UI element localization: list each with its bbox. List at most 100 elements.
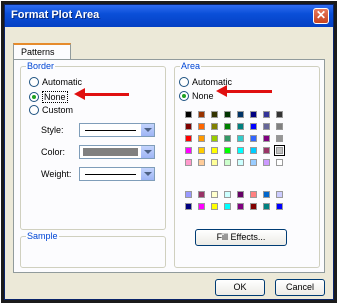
sample-group: Sample [20,231,166,268]
color-swatch[interactable] [263,203,270,210]
color-swatch[interactable] [224,203,231,210]
color-swatch[interactable] [237,123,244,130]
color-swatch[interactable] [224,191,231,198]
color-swatch[interactable] [198,147,205,154]
color-swatch[interactable] [211,111,218,118]
color-swatch[interactable] [198,191,205,198]
color-swatch[interactable] [237,111,244,118]
border-none-radio[interactable]: None [29,91,68,103]
color-swatch[interactable] [185,147,192,154]
format-plot-area-dialog: Format Plot Area ✕ Patterns Border Autom… [4,4,334,300]
color-swatch[interactable] [185,123,192,130]
area-group-label: Area [180,61,202,71]
color-swatch[interactable] [263,135,270,142]
color-swatch[interactable] [276,203,283,210]
area-group: Area Automatic None Fill Effects... [174,61,320,268]
radio-dot [179,91,189,101]
color-swatch[interactable] [250,191,257,198]
color-swatch[interactable] [224,147,231,154]
tab-patterns[interactable]: Patterns [13,43,71,60]
color-swatch[interactable] [263,123,270,130]
radio-label: Automatic [42,77,83,87]
color-swatch[interactable] [276,135,283,142]
color-swatch[interactable] [250,159,257,166]
color-swatch[interactable] [250,147,257,154]
dialog-title: Format Plot Area [11,9,100,21]
close-button[interactable]: ✕ [313,8,329,24]
color-swatch[interactable] [198,135,205,142]
color-swatch[interactable] [237,147,244,154]
radio-dot [29,92,39,102]
color-swatch[interactable] [237,203,244,210]
area-none-radio[interactable]: None [179,91,214,101]
color-swatch[interactable] [276,123,283,130]
border-group-label: Border [26,61,56,71]
fill-effects-button[interactable]: Fill Effects... [195,229,287,246]
color-swatch[interactable] [250,203,257,210]
color-swatch[interactable] [263,191,270,198]
weight-preview [85,174,136,175]
radio-label: Custom [42,105,74,115]
color-swatch[interactable] [237,159,244,166]
color-label: Color: [41,147,66,157]
color-swatch[interactable] [185,159,192,166]
color-swatch[interactable] [211,203,218,210]
color-swatch[interactable] [185,135,192,142]
annotation-arrow-area-none [216,85,272,97]
close-icon: ✕ [315,8,327,22]
color-swatch[interactable] [198,159,205,166]
weight-dropdown[interactable] [79,167,155,181]
color-swatch[interactable] [250,123,257,130]
cancel-label: Cancel [285,282,314,292]
radio-dot [29,105,39,115]
color-swatch[interactable] [185,203,192,210]
color-swatch[interactable] [224,135,231,142]
color-dropdown[interactable] [79,145,155,159]
radio-label: None [192,91,214,101]
chevron-down-icon[interactable] [140,146,154,158]
color-swatch[interactable] [185,191,192,198]
annotation-arrow-border-none [74,88,129,100]
radio-label: None [42,91,68,103]
title-bar[interactable]: Format Plot Area ✕ [5,5,333,27]
color-swatch[interactable] [224,159,231,166]
color-swatch[interactable] [263,159,270,166]
color-swatch[interactable] [211,123,218,130]
color-swatch[interactable] [211,191,218,198]
color-swatch[interactable] [224,111,231,118]
color-swatch[interactable] [198,123,205,130]
color-swatch[interactable] [237,191,244,198]
cancel-button[interactable]: Cancel [275,279,325,296]
style-label: Style: [41,125,64,135]
patterns-panel: Border Automatic None Custom Style: Colo… [13,59,325,273]
color-swatch[interactable] [211,147,218,154]
fill-effects-label: Fill Effects... [216,232,266,242]
color-swatch[interactable] [198,111,205,118]
color-swatch[interactable] [185,111,192,118]
radio-dot [179,77,189,87]
color-swatch[interactable] [276,111,283,118]
color-swatch[interactable] [276,191,283,198]
border-automatic-radio[interactable]: Automatic [29,77,82,87]
color-swatch[interactable] [211,159,218,166]
color-swatch[interactable] [250,111,257,118]
style-preview [85,130,136,131]
color-swatch[interactable] [250,135,257,142]
color-swatch[interactable] [211,135,218,142]
border-group: Border Automatic None Custom Style: Colo… [20,61,166,230]
color-swatch[interactable] [263,111,270,118]
ok-label: OK [233,282,247,292]
chevron-down-icon[interactable] [140,124,154,136]
color-swatch[interactable] [263,147,270,154]
style-dropdown[interactable] [79,123,155,137]
color-swatch[interactable] [224,123,231,130]
color-swatch[interactable] [237,135,244,142]
screenshot-frame: Format Plot Area ✕ Patterns Border Autom… [1,1,337,303]
ok-button[interactable]: OK [215,279,265,296]
chevron-down-icon[interactable] [140,168,154,180]
color-swatch[interactable] [198,203,205,210]
color-swatch[interactable] [276,159,283,166]
color-swatch[interactable] [274,145,285,156]
radio-dot [29,77,39,87]
border-custom-radio[interactable]: Custom [29,105,73,115]
